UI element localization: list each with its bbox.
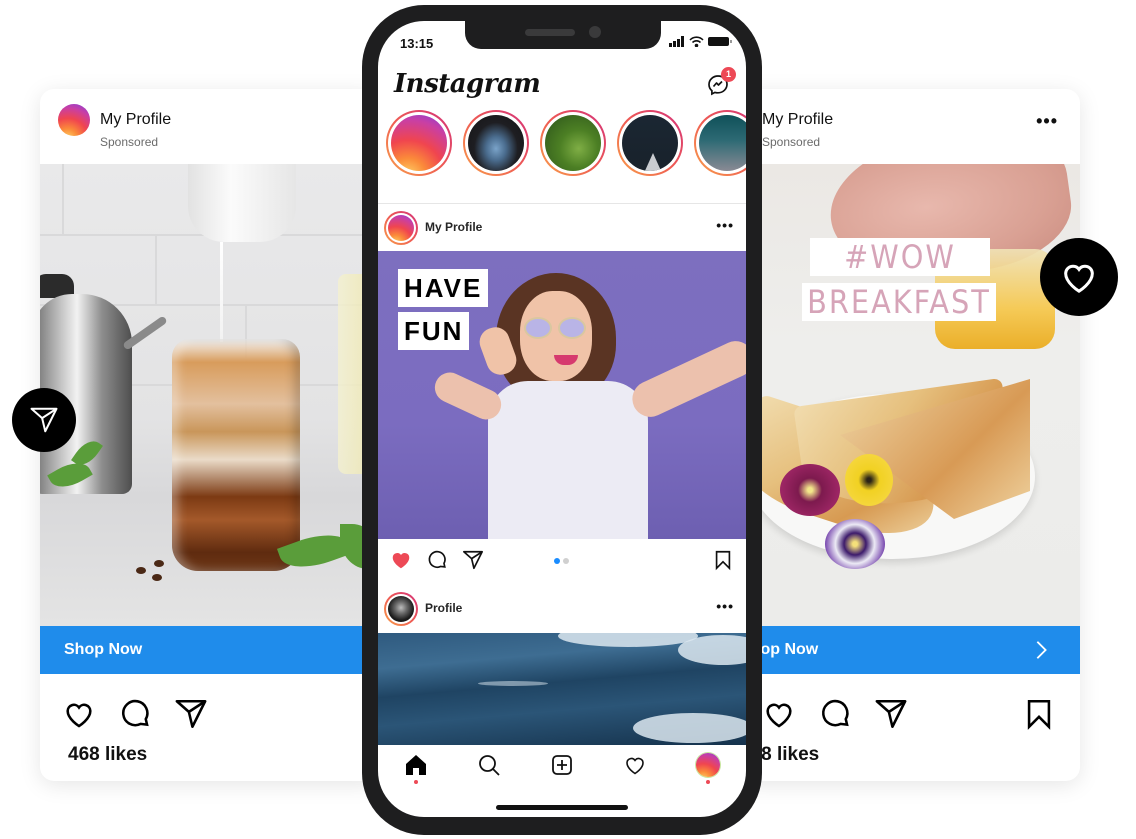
likes-count[interactable]: 468 likes xyxy=(68,744,147,766)
phone-screen: 13:15 Instagram 1 My Profile ••• HAVE FU… xyxy=(378,21,746,817)
more-options-button[interactable]: ••• xyxy=(716,217,734,233)
story-my-story[interactable] xyxy=(386,110,452,176)
home-indicator xyxy=(496,805,628,810)
heart-icon xyxy=(1064,264,1094,293)
activity-heart-icon[interactable] xyxy=(623,753,647,777)
post-avatar[interactable] xyxy=(384,592,418,626)
comment-icon[interactable] xyxy=(118,697,152,731)
heart-icon[interactable] xyxy=(762,697,796,731)
post-header: My Profile ••• xyxy=(378,205,746,251)
front-camera xyxy=(589,26,601,38)
more-options-button[interactable]: ••• xyxy=(1036,111,1058,132)
instagram-header: Instagram 1 xyxy=(378,65,746,109)
post-actions xyxy=(378,539,746,583)
profile-notification-dot xyxy=(706,780,710,784)
story-person-denim[interactable] xyxy=(463,110,529,176)
carousel-dot-active xyxy=(554,558,560,564)
status-time: 13:15 xyxy=(400,36,434,51)
bottom-nav xyxy=(378,743,746,793)
profile-name[interactable]: My Profile xyxy=(100,111,171,129)
overlay-text-line1: #WOW xyxy=(810,238,990,276)
bookmark-icon[interactable] xyxy=(1022,697,1056,731)
send-icon[interactable] xyxy=(174,697,208,731)
profile-name[interactable]: My Profile xyxy=(762,111,833,129)
send-icon[interactable] xyxy=(462,549,484,571)
story-moon[interactable] xyxy=(694,110,746,176)
battery-icon xyxy=(708,37,732,46)
shop-now-button[interactable]: Shop Now xyxy=(740,626,1080,674)
send-icon[interactable] xyxy=(874,697,908,731)
status-icons xyxy=(669,36,732,47)
heart-filled-icon[interactable] xyxy=(390,549,412,571)
comment-icon[interactable] xyxy=(426,549,448,571)
ad-actions xyxy=(762,697,908,733)
post-profile-name[interactable]: My Profile xyxy=(425,220,482,234)
shop-now-button[interactable]: Shop Now xyxy=(40,626,380,674)
ad-header: My Profile Sponsored ••• xyxy=(740,89,1080,164)
post-avatar[interactable] xyxy=(384,211,418,245)
speaker xyxy=(525,29,575,36)
ad-image-crepes: #WOW BREAKFAST xyxy=(740,164,1080,626)
heart-icon[interactable] xyxy=(62,697,96,731)
post-image-have-fun[interactable]: HAVE FUN xyxy=(378,251,746,539)
post-profile-name[interactable]: Profile xyxy=(425,601,462,615)
instagram-logo: Instagram xyxy=(394,69,541,99)
profile-tab-avatar[interactable] xyxy=(696,753,720,777)
right-ad-card: My Profile Sponsored ••• #WOW BREAKFAST … xyxy=(740,89,1080,781)
divider xyxy=(378,203,746,204)
home-icon[interactable] xyxy=(404,753,428,777)
floating-send-button xyxy=(12,388,76,452)
bookmark-icon[interactable] xyxy=(712,549,734,571)
story-leaves[interactable] xyxy=(540,110,606,176)
ad-image-iced-coffee xyxy=(40,164,380,626)
phone-notch xyxy=(465,21,661,49)
profile-avatar[interactable] xyxy=(58,104,90,136)
floating-heart-button xyxy=(1040,238,1118,316)
story-building[interactable] xyxy=(617,110,683,176)
signal-icon xyxy=(669,36,684,47)
send-icon xyxy=(30,407,58,433)
search-icon[interactable] xyxy=(477,753,501,777)
ad-header: My Profile Sponsored xyxy=(40,89,380,164)
wifi-icon xyxy=(689,36,704,47)
stories-tray xyxy=(384,110,746,180)
overlay-text-line2: BREAKFAST xyxy=(802,283,996,321)
comment-icon[interactable] xyxy=(818,697,852,731)
post-header: Profile ••• xyxy=(378,586,746,632)
new-post-icon[interactable] xyxy=(550,753,574,777)
sponsored-label: Sponsored xyxy=(762,135,821,149)
phone-mockup: 13:15 Instagram 1 My Profile ••• HAVE FU… xyxy=(362,5,762,835)
active-tab-indicator xyxy=(414,780,418,784)
sponsored-label: Sponsored xyxy=(100,135,159,149)
post-image-ocean[interactable] xyxy=(378,633,746,745)
ad-actions xyxy=(62,697,208,733)
left-ad-card: My Profile Sponsored Shop Now 468 likes xyxy=(40,89,380,781)
notification-badge: 1 xyxy=(721,67,736,82)
chevron-right-icon xyxy=(1036,641,1047,659)
more-options-button[interactable]: ••• xyxy=(716,598,734,614)
carousel-dot xyxy=(563,558,569,564)
overlay-text-line2: FUN xyxy=(398,312,470,350)
carousel-indicator xyxy=(554,558,569,564)
overlay-text-line1: HAVE xyxy=(398,269,489,307)
